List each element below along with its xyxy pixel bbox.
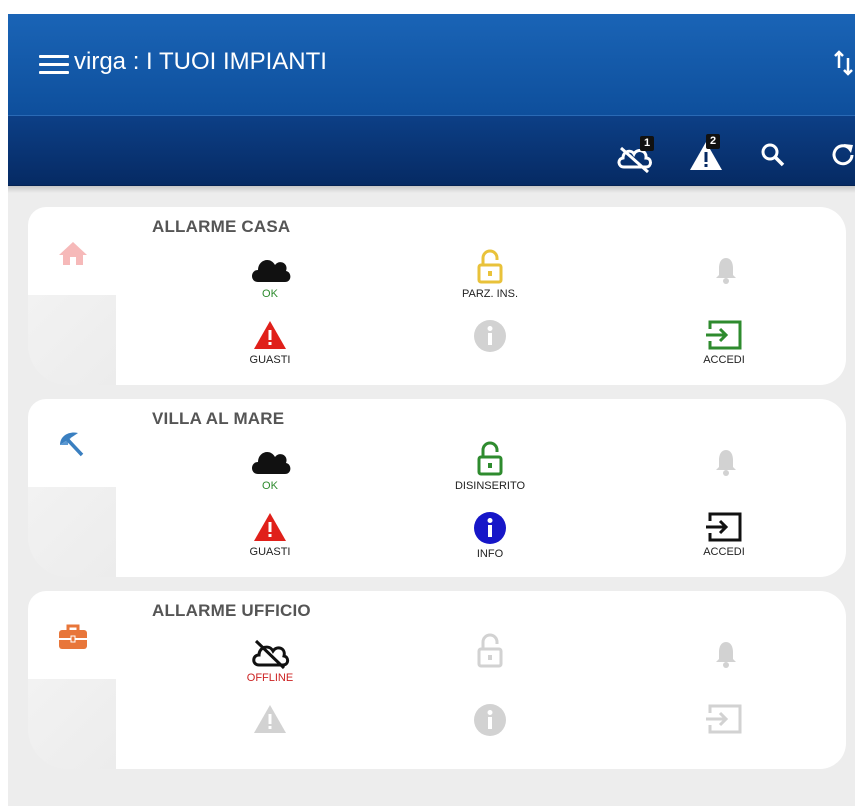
access-button[interactable]: ACCEDI [654, 511, 794, 559]
plant-name: VILLA AL MARE [152, 409, 285, 428]
menu-button[interactable] [39, 54, 69, 76]
connection-status[interactable]: OK [200, 251, 340, 301]
faults-label: GUASTI [249, 354, 291, 366]
cloud-icon [252, 259, 291, 282]
info-icon [474, 704, 506, 736]
faults-button[interactable] [200, 703, 340, 735]
access-button[interactable] [654, 703, 794, 735]
faults-label: GUASTI [249, 546, 291, 558]
briefcase-icon [56, 621, 90, 651]
search-button[interactable] [760, 142, 786, 168]
connection-label: OFFLINE [246, 672, 294, 684]
page-title: virga : I TUOI IMPIANTI [74, 48, 327, 75]
toolbar: 1 2 [8, 115, 855, 186]
alarm-bell[interactable] [656, 447, 796, 477]
warning-icon [254, 705, 286, 733]
warning-icon [254, 513, 286, 541]
username: virga [74, 48, 127, 75]
menu-icon [39, 55, 69, 58]
plant-card[interactable]: VILLA AL MARE OK DISINSERITO GUASTI INFO… [28, 399, 846, 577]
plant-name: ALLARME UFFICIO [152, 601, 311, 620]
plant-card[interactable]: ALLARME CASA OK PARZ. INS. GUASTI ACCEDI [28, 207, 846, 385]
connection-label: OK [262, 480, 278, 492]
connection-status[interactable]: OK [200, 443, 340, 493]
lock-open-icon [477, 441, 503, 476]
alarm-bell[interactable] [656, 639, 796, 669]
beach-umbrella-icon [56, 429, 90, 459]
faults-filter-button[interactable]: 2 [688, 134, 724, 174]
refresh-button[interactable] [832, 142, 855, 168]
info-label: INFO [476, 548, 504, 560]
app: virga : I TUOI IMPIANTI 1 2 ALLARME CASA… [8, 14, 855, 806]
plant-name: ALLARME CASA [152, 217, 291, 236]
access-button[interactable]: ACCEDI [654, 319, 794, 367]
section-title: I TUOI IMPIANTI [146, 48, 327, 75]
faults-button[interactable]: GUASTI [200, 319, 340, 367]
lock-open-icon [477, 633, 503, 668]
warning-icon [254, 321, 286, 349]
app-header: virga : I TUOI IMPIANTI [8, 14, 855, 115]
bell-icon [716, 642, 736, 668]
arming-status[interactable]: DISINSERITO [420, 441, 560, 493]
cloud-off-icon [252, 639, 290, 669]
login-icon [706, 704, 742, 734]
offline-count-badge: 1 [640, 136, 654, 151]
login-icon [706, 512, 742, 542]
arming-status[interactable] [420, 633, 560, 669]
info-button[interactable] [420, 319, 560, 353]
access-label: ACCEDI [703, 546, 745, 558]
arming-label: DISINSERITO [454, 480, 526, 492]
info-button[interactable] [420, 703, 560, 737]
alarm-bell[interactable] [656, 255, 796, 285]
info-button[interactable]: INFO [420, 511, 560, 561]
arming-status[interactable]: PARZ. INS. [420, 249, 560, 301]
plant-card[interactable]: ALLARME UFFICIO OFFLINE [28, 591, 846, 769]
offline-filter-button[interactable]: 1 [614, 136, 656, 176]
connection-label: OK [262, 288, 278, 300]
bell-icon [716, 450, 736, 476]
sort-button[interactable] [834, 46, 855, 80]
access-label: ACCEDI [703, 354, 745, 366]
arming-label: PARZ. INS. [461, 288, 519, 300]
home-icon [56, 237, 90, 267]
refresh-icon [832, 144, 854, 166]
sort-icon [834, 50, 853, 76]
fault-count-badge: 2 [706, 134, 720, 149]
lock-open-icon [477, 249, 503, 284]
search-icon [761, 143, 785, 167]
info-icon [474, 512, 506, 544]
faults-button[interactable]: GUASTI [200, 511, 340, 559]
login-icon [706, 320, 742, 350]
connection-status[interactable]: OFFLINE [200, 635, 340, 685]
cloud-icon [252, 451, 291, 474]
bell-icon [716, 258, 736, 284]
info-icon [474, 320, 506, 352]
